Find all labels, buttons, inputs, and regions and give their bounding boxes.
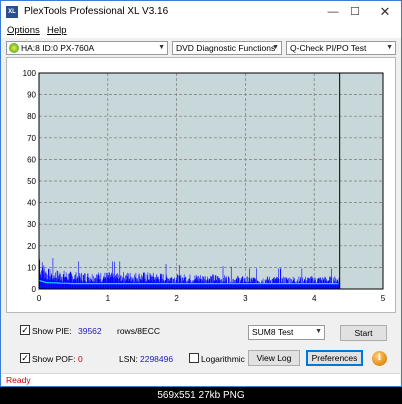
lsn-label: LSN: bbox=[119, 354, 138, 364]
drive-select-value: HA:8 ID:0 PX-760A bbox=[21, 43, 95, 53]
y-tick-label: 80 bbox=[27, 112, 36, 121]
title-bar[interactable]: XL PlexTools Professional XL V3.16 — ☐ ✕ bbox=[1, 1, 401, 23]
y-tick-label: 70 bbox=[27, 134, 36, 143]
x-tick-label: 1 bbox=[106, 294, 111, 303]
y-tick-label: 20 bbox=[27, 242, 36, 251]
y-tick-label: 60 bbox=[27, 155, 36, 164]
app-icon: XL bbox=[6, 6, 18, 18]
pie-count-value: 39562 bbox=[78, 326, 102, 336]
show-pie-label: Show PIE: bbox=[32, 326, 72, 336]
main-window: XL PlexTools Professional XL V3.16 — ☐ ✕… bbox=[0, 0, 402, 387]
menu-help[interactable]: Help bbox=[47, 25, 67, 36]
x-tick-label: 2 bbox=[174, 294, 179, 303]
function-select-value: DVD Diagnostic Functions bbox=[176, 43, 276, 53]
x-tick-label: 3 bbox=[243, 294, 248, 303]
status-bar: Ready bbox=[2, 373, 400, 386]
logarithmic-label: Logarithmic bbox=[201, 354, 245, 364]
preferences-button[interactable]: Preferences bbox=[306, 350, 363, 366]
drive-icon bbox=[9, 43, 19, 53]
info-icon[interactable]: i bbox=[372, 351, 387, 366]
mode-select[interactable]: SUM8 Test ▼ bbox=[248, 325, 325, 340]
function-select[interactable]: DVD Diagnostic Functions ▼ bbox=[172, 41, 282, 55]
menu-options[interactable]: Options bbox=[7, 25, 40, 36]
y-tick-label: 90 bbox=[27, 91, 36, 100]
logarithmic-checkbox[interactable] bbox=[189, 353, 199, 363]
drive-select[interactable]: HA:8 ID:0 PX-760A ▼ bbox=[6, 41, 168, 55]
y-tick-label: 30 bbox=[27, 220, 36, 229]
test-select[interactable]: Q-Check PI/PO Test ▼ bbox=[286, 41, 396, 55]
x-tick-label: 0 bbox=[37, 294, 42, 303]
chevron-down-icon: ▼ bbox=[315, 328, 322, 335]
status-text: Ready bbox=[6, 375, 31, 385]
chevron-down-icon: ▼ bbox=[386, 44, 393, 51]
lsn-value: 2298496 bbox=[140, 354, 174, 364]
x-tick-label: 4 bbox=[312, 294, 317, 303]
chevron-down-icon: ▼ bbox=[272, 44, 279, 51]
chart-panel: 0 10 20 30 40 50 60 70 80 90 100 0 1 2 3 4 5 bbox=[6, 57, 396, 313]
window-title: PlexTools Professional XL V3.16 bbox=[24, 6, 169, 17]
test-select-value: Q-Check PI/PO Test bbox=[290, 43, 367, 53]
maximize-button[interactable]: ☐ bbox=[341, 1, 369, 23]
mode-select-value: SUM8 Test bbox=[252, 327, 294, 337]
start-button[interactable]: Start bbox=[340, 325, 387, 341]
show-pie-checkbox[interactable]: ✓ bbox=[20, 325, 30, 335]
menu-bar: Options Help bbox=[1, 23, 401, 38]
show-pof-checkbox[interactable]: ✓ bbox=[20, 353, 30, 363]
pi-chart: 0 10 20 30 40 50 60 70 80 90 100 0 1 2 3 4 5 bbox=[23, 69, 386, 303]
y-tick-label: 10 bbox=[27, 263, 36, 272]
chevron-down-icon: ▼ bbox=[158, 44, 165, 51]
x-tick-label: 5 bbox=[381, 294, 386, 303]
y-tick-label: 100 bbox=[23, 69, 37, 78]
y-tick-label: 0 bbox=[32, 285, 37, 294]
close-button[interactable]: ✕ bbox=[371, 1, 399, 23]
y-tick-label: 50 bbox=[27, 177, 36, 186]
show-pof-label: Show POF: bbox=[32, 354, 76, 364]
view-log-button[interactable]: View Log bbox=[248, 350, 300, 366]
image-caption: 569x551 27kb PNG bbox=[0, 387, 402, 404]
y-tick-label: 40 bbox=[27, 199, 36, 208]
pof-count-value: 0 bbox=[78, 354, 83, 364]
pie-unit-label: rows/8ECC bbox=[117, 326, 160, 336]
